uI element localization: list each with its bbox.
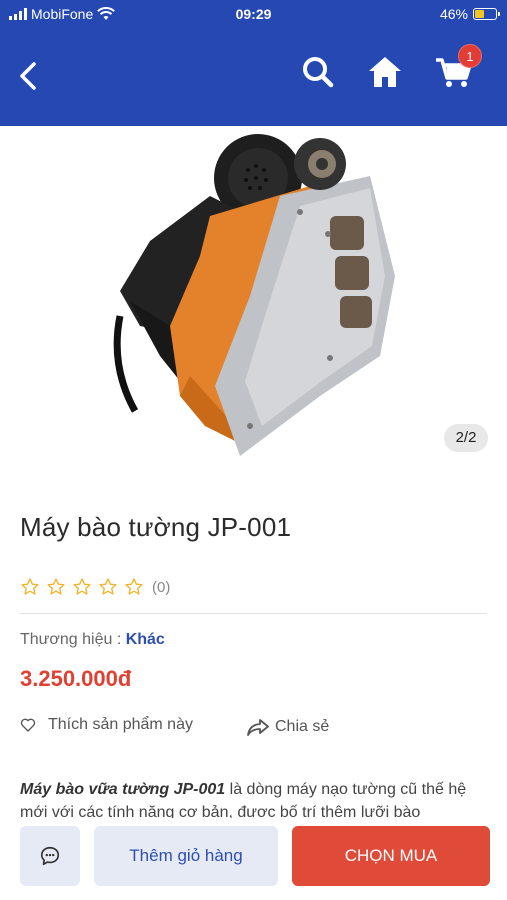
star-outline-icon (99, 578, 117, 595)
bottom-action-bar: Thêm giỏ hàng CHỌN MUA (0, 818, 507, 900)
status-bar: MobiFone 09:29 46% (0, 0, 507, 28)
brand-row: Thương hiệu : Khác (20, 631, 165, 649)
search-icon[interactable] (300, 54, 336, 90)
star-outline-icon (125, 578, 143, 595)
chat-button[interactable] (20, 826, 80, 886)
cart-count-badge: 1 (458, 44, 482, 68)
home-icon[interactable] (366, 54, 404, 90)
product-photo (113, 134, 395, 456)
share-arrow-icon (247, 719, 269, 736)
status-time: 09:29 (235, 6, 272, 22)
buy-now-button[interactable]: CHỌN MUA (292, 826, 490, 886)
back-chevron-icon[interactable] (14, 58, 44, 94)
battery-icon (473, 8, 500, 20)
share-button[interactable]: Chia sẻ (247, 718, 329, 736)
brand-value-link[interactable]: Khác (126, 631, 165, 648)
product-title: Máy bào tường JP-001 (20, 512, 292, 542)
battery-percent: 46% (439, 6, 468, 22)
like-product-button[interactable]: Thích sản phẩm này (20, 716, 193, 734)
divider (20, 613, 487, 614)
product-rating[interactable]: (0) (20, 577, 170, 597)
chat-bubble-icon (40, 846, 60, 866)
rating-stars (20, 577, 144, 597)
like-label: Thích sản phẩm này (48, 716, 193, 733)
product-price: 3.250.000đ (20, 666, 132, 691)
star-outline-icon (47, 578, 65, 595)
app-header: MobiFone 09:29 46% 1 (0, 0, 507, 126)
description-lead: Máy bào vữa tường JP-001 (20, 781, 226, 798)
star-outline-icon (73, 578, 91, 595)
add-to-cart-button[interactable]: Thêm giỏ hàng (94, 826, 278, 886)
image-counter: 2/2 (444, 424, 488, 452)
product-description: Máy bào vữa tường JP-001 là dòng máy nạo… (20, 778, 492, 818)
status-right: 46% (439, 6, 500, 22)
star-outline-icon (21, 578, 39, 595)
product-image-gallery[interactable]: 2/2 (0, 126, 507, 476)
rating-count: (0) (152, 578, 171, 596)
brand-label: Thương hiệu : (20, 631, 126, 648)
share-label: Chia sẻ (275, 718, 330, 735)
heart-outline-icon (20, 718, 36, 732)
